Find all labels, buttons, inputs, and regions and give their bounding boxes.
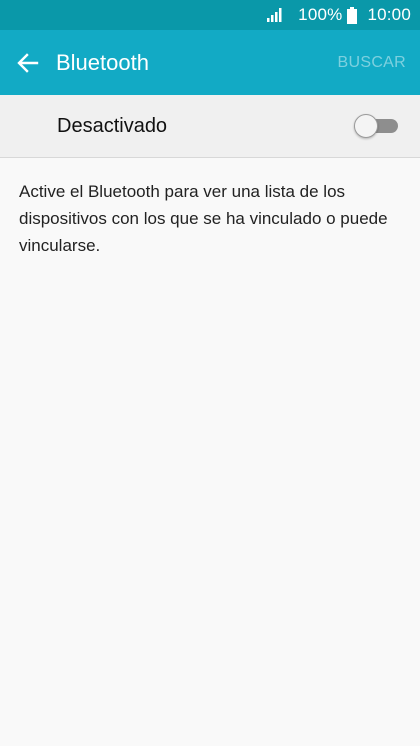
bluetooth-description: Active el Bluetooth para ver una lista d… — [19, 182, 388, 255]
bluetooth-switch[interactable] — [354, 113, 398, 139]
app-bar: Bluetooth BUSCAR — [0, 30, 420, 95]
page-title: Bluetooth — [56, 49, 149, 75]
search-button[interactable]: BUSCAR — [338, 54, 406, 72]
status-bar: 100% 10:00 — [0, 0, 420, 30]
back-button[interactable] — [0, 30, 56, 95]
clock: 10:00 — [367, 5, 411, 24]
arrow-back-icon — [17, 52, 39, 73]
signal-bars-icon — [267, 8, 282, 22]
bluetooth-toggle-row[interactable]: Desactivado — [0, 95, 420, 158]
bluetooth-status-label: Desactivado — [57, 114, 168, 137]
battery-percent: 100% — [298, 5, 343, 24]
battery-icon — [347, 6, 358, 24]
switch-thumb — [354, 114, 378, 138]
